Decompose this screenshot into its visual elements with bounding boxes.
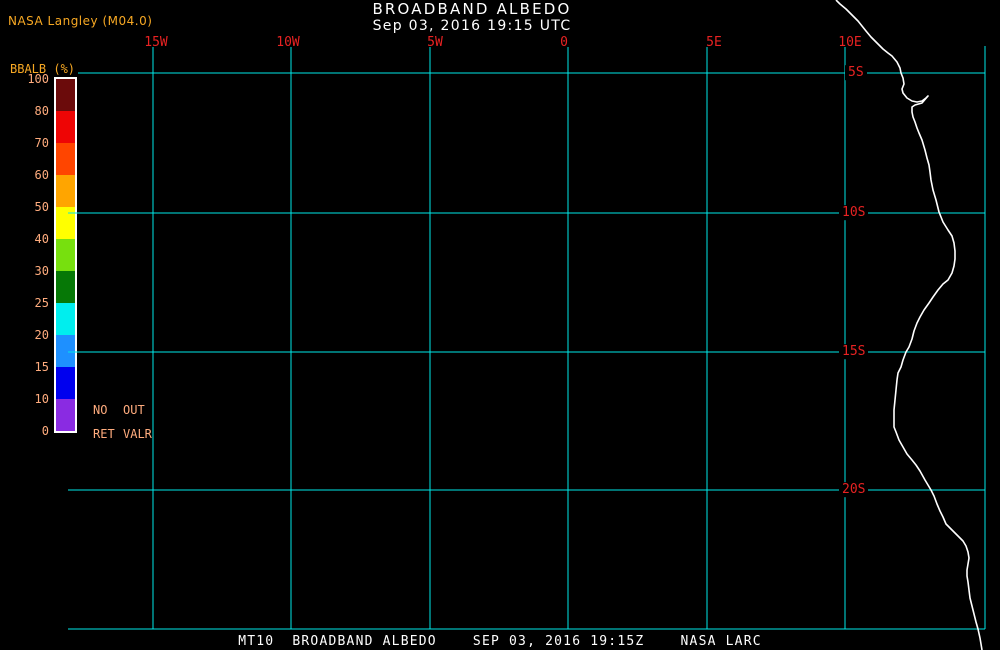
colorbar-tick-50: 50 <box>34 200 49 214</box>
lat-label-5S: 5S <box>845 65 867 81</box>
colorbar-tick-60: 60 <box>34 168 49 182</box>
legend-text-valr: VALR <box>123 427 152 441</box>
colorbar-tick-10: 10 <box>34 392 49 406</box>
lon-label-10E: 10E <box>838 35 862 50</box>
colorbar-tick-70: 70 <box>34 136 49 150</box>
colorbar-tick-40: 40 <box>34 232 49 246</box>
lon-label-10W: 10W <box>276 35 300 50</box>
lon-label-5E: 5E <box>706 35 722 50</box>
legend-text-out: OUT <box>123 403 145 417</box>
lat-label-15S: 15S <box>839 344 869 360</box>
colorbar-tick-20: 20 <box>34 328 49 342</box>
colorbar-tick-30: 30 <box>34 264 49 278</box>
legend-text-no: NO <box>93 403 108 417</box>
colorbar-tick-15: 15 <box>34 360 49 374</box>
broadband-albedo-plot: NASA Langley (M04.0) BROADBAND ALBEDO Se… <box>0 0 1000 650</box>
africa-coastline <box>835 0 983 650</box>
lat-label-20S: 20S <box>839 482 869 498</box>
map-plot <box>68 0 986 650</box>
colorbar-tick-80: 80 <box>34 104 49 118</box>
lon-label-0: 0 <box>560 35 568 50</box>
lat-label-10S: 10S <box>839 205 869 221</box>
footer-caption: MT10 BROADBAND ALBEDO SEP 03, 2016 19:15… <box>238 634 762 649</box>
colorbar-tick-25: 25 <box>34 296 49 310</box>
lon-label-15W: 15W <box>144 35 168 50</box>
colorbar-tick-0: 0 <box>41 424 49 438</box>
lon-label-5W: 5W <box>427 35 443 50</box>
legend-text-ret: RET <box>93 427 115 441</box>
colorbar-tick-100: 100 <box>27 72 49 86</box>
